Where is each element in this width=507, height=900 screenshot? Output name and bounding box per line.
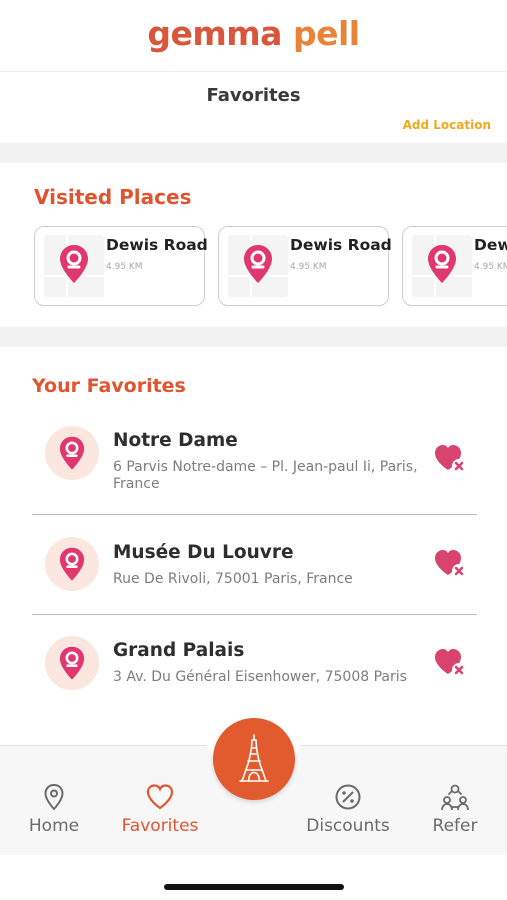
location-pin-icon (244, 245, 272, 283)
favorite-item[interactable]: Notre Dame 6 Parvis Notre-dame – Pl. Jea… (32, 415, 477, 515)
visited-place-distance: 4.95 KM (290, 262, 327, 272)
page-header: Favorites Add Location (0, 73, 507, 143)
location-pin-icon (60, 245, 88, 283)
map-thumbnail (228, 235, 288, 297)
visited-places-carousel[interactable]: Dewis Road 4.95 KM Dewis Road 4.95 KM De… (34, 226, 507, 308)
tab-label: Refer (432, 816, 478, 836)
remove-favorite-heart-icon[interactable] (433, 443, 467, 475)
favorite-address: 6 Parvis Notre-dame – Pl. Jean-paul Ii, … (113, 459, 418, 492)
add-location-link[interactable]: Add Location (403, 118, 491, 132)
home-indicator[interactable] (164, 884, 344, 890)
eiffel-tower-icon (239, 734, 269, 782)
favorite-name: Musée Du Louvre (113, 542, 294, 563)
visited-place-name: Dewis Road (290, 236, 392, 254)
app-logo: gemma pell (147, 14, 360, 53)
heart-icon (146, 784, 174, 810)
favorite-item[interactable]: Grand Palais 3 Av. Du Général Eisenhower… (32, 615, 477, 715)
visited-place-distance: 4.95 KM (474, 262, 507, 272)
favorite-item[interactable]: Musée Du Louvre Rue De Rivoli, 75001 Par… (32, 515, 477, 615)
favorites-section: Your Favorites Notre Dame 6 Parvis Notre… (0, 347, 507, 745)
location-pin-icon (428, 245, 456, 283)
map-thumbnail (412, 235, 472, 297)
tab-favorites[interactable]: Favorites (118, 782, 202, 836)
favorites-title: Your Favorites (32, 375, 186, 397)
favorite-address: 3 Av. Du Général Eisenhower, 75008 Paris (113, 669, 407, 685)
favorite-name: Grand Palais (113, 640, 245, 661)
tab-discounts[interactable]: Discounts (303, 782, 393, 836)
section-divider (0, 327, 507, 347)
location-pin-icon (44, 783, 64, 811)
location-pin-icon (45, 426, 99, 480)
tab-refer[interactable]: Refer (429, 782, 481, 836)
remove-favorite-heart-icon[interactable] (433, 647, 467, 679)
visited-place-card[interactable]: Dewis Road 4.95 KM (34, 226, 208, 306)
discount-icon (335, 784, 361, 810)
visited-place-name: Dewis Road (474, 236, 507, 254)
explore-eiffel-button[interactable] (213, 718, 295, 800)
visited-place-distance: 4.95 KM (106, 262, 143, 272)
visited-place-card[interactable]: Dewis Road 4.95 KM (218, 226, 392, 306)
location-pin-icon (45, 537, 99, 591)
page-title: Favorites (206, 85, 301, 106)
location-pin-icon (45, 636, 99, 690)
section-divider (0, 143, 507, 163)
app-header: gemma pell (0, 0, 507, 72)
map-thumbnail (44, 235, 104, 297)
favorite-name: Notre Dame (113, 430, 238, 451)
tab-label: Discounts (306, 816, 390, 836)
tab-label: Home (28, 816, 80, 836)
visited-place-card[interactable]: Dewis Road 4.95 KM (402, 226, 507, 306)
visited-places-title: Visited Places (34, 185, 192, 209)
refer-people-icon (441, 784, 469, 811)
favorite-address: Rue De Rivoli, 75001 Paris, France (113, 571, 353, 587)
tab-home[interactable]: Home (26, 782, 82, 836)
remove-favorite-heart-icon[interactable] (433, 548, 467, 580)
tab-label: Favorites (121, 816, 199, 836)
home-indicator-area (0, 855, 507, 900)
visited-places-section: Visited Places Dewis Road 4.95 KM Dewis … (0, 163, 507, 327)
visited-place-name: Dewis Road (106, 236, 208, 254)
